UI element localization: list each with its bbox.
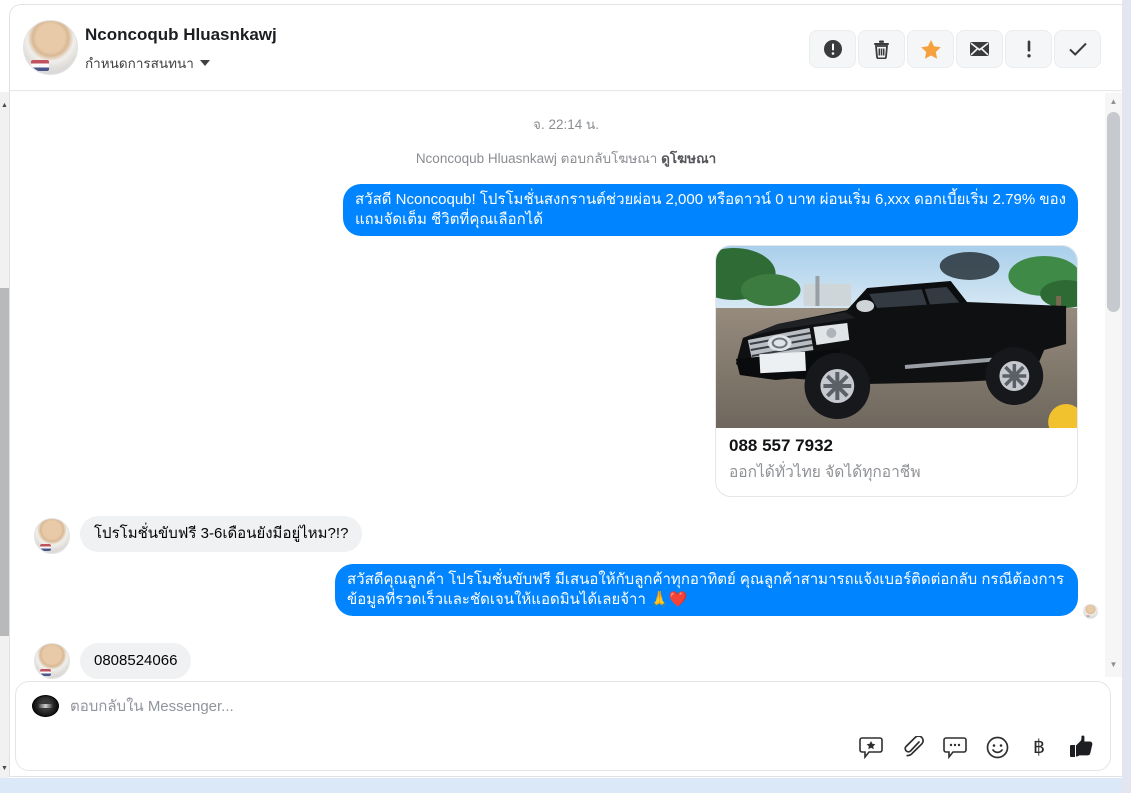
incoming-message-1: โปรโมชั่นขับฟรี 3-6เดือนยังมีอยู่ไหม?!? <box>80 516 363 552</box>
message-list: จ. 22:14 น. Nconcoqub Hluasnkawj ตอบกลับ… <box>10 92 1122 679</box>
emoji-button[interactable] <box>984 734 1010 760</box>
mark-important-button[interactable] <box>1005 30 1052 68</box>
mark-unread-envelope-icon <box>970 42 989 56</box>
view-ad-link[interactable]: ดูโฆษณา <box>661 151 716 166</box>
contact-name: Nconcoqub Hluasnkawj <box>85 25 277 44</box>
seen-indicator-avatar <box>1083 604 1098 619</box>
mark-unread-button[interactable] <box>956 30 1003 68</box>
timestamp: จ. 22:14 น. <box>533 117 599 132</box>
attach-file-button[interactable] <box>900 734 926 760</box>
alert-circle-icon <box>823 40 842 58</box>
like-button[interactable] <box>1068 734 1094 760</box>
schedule-conversation-label: กำหนดการสนทนา <box>85 56 194 71</box>
ad-context-action: ตอบกลับโฆษณา <box>556 151 662 166</box>
contact-avatar-small <box>34 518 70 554</box>
saved-replies-button[interactable] <box>858 734 884 760</box>
outgoing-message-1: สวัสดี Nconcoqub! โปรโมชั่นสงกรานต์ช่วยผ… <box>343 184 1078 236</box>
delete-button[interactable] <box>858 30 905 68</box>
report-button[interactable] <box>809 30 856 68</box>
left-scrollbar-down-arrow[interactable]: ▼ <box>0 765 9 772</box>
header-actions <box>809 30 1101 68</box>
bubble-dots-icon <box>943 736 967 759</box>
check-icon <box>1068 42 1087 56</box>
bubble-star-icon <box>859 736 883 759</box>
left-scrollbar-up-arrow[interactable]: ▲ <box>0 102 9 109</box>
reply-composer: ฿ <box>15 681 1111 771</box>
thumbs-up-icon <box>1069 735 1092 757</box>
chat-scrollbar-down-arrow[interactable]: ▼ <box>1105 661 1122 669</box>
payment-button[interactable]: ฿ <box>1026 734 1052 760</box>
ad-context-line: Nconcoqub Hluasnkawj ตอบกลับโฆษณา ดูโฆษณ… <box>10 147 1122 169</box>
composer-toolbar: ฿ <box>858 734 1094 760</box>
contact-avatar-small <box>34 643 70 679</box>
follow-up-button[interactable] <box>907 30 954 68</box>
reply-input[interactable] <box>70 692 670 720</box>
conversation-panel: Nconcoqub Hluasnkawj กำหนดการสนทนา จ. 22… <box>9 4 1122 777</box>
ad-context-name: Nconcoqub Hluasnkawj <box>415 151 557 166</box>
conversation-header: Nconcoqub Hluasnkawj กำหนดการสนทนา <box>10 5 1122 91</box>
left-scrollbar[interactable]: ▲ ▼ <box>0 92 9 778</box>
page-avatar <box>32 695 59 717</box>
schedule-conversation-dropdown[interactable]: กำหนดการสนทนา <box>85 52 210 74</box>
chat-scrollbar-up-arrow[interactable]: ▲ <box>1105 98 1122 106</box>
star-icon <box>920 39 941 59</box>
window-right-edge <box>1122 0 1131 793</box>
baht-icon: ฿ <box>1032 736 1046 758</box>
smiley-icon <box>986 736 1008 758</box>
window-bottom-strip <box>0 778 1122 793</box>
ad-attachment-card[interactable]: 088 557 7932 ออกได้ทั่วไทย จัดได้ทุกอาชี… <box>715 245 1078 497</box>
comment-button[interactable] <box>942 734 968 760</box>
ad-card-info: 088 557 7932 ออกได้ทั่วไทย จัดได้ทุกอาชี… <box>716 428 1077 496</box>
chevron-down-icon <box>199 60 210 66</box>
ad-phone-number: 088 557 7932 <box>729 436 833 455</box>
ad-caption: ออกได้ทั่วไทย จัดได้ทุกอาชีพ <box>729 464 921 481</box>
trash-icon <box>874 40 889 59</box>
left-scrollbar-thumb[interactable] <box>0 288 9 636</box>
exclamation-icon <box>1026 40 1031 58</box>
mark-done-button[interactable] <box>1054 30 1101 68</box>
contact-avatar[interactable] <box>23 20 78 75</box>
paperclip-icon <box>904 735 924 756</box>
chat-scrollbar[interactable]: ▲ ▼ <box>1105 93 1122 677</box>
incoming-message-2: 0808524066 <box>80 643 192 679</box>
chat-scrollbar-thumb[interactable] <box>1107 112 1120 312</box>
outgoing-message-2: สวัสดีคุณลูกค้า โปรโมชั่นขับฟรี มีเสนอให… <box>335 564 1078 616</box>
truck-photo <box>716 246 1077 428</box>
